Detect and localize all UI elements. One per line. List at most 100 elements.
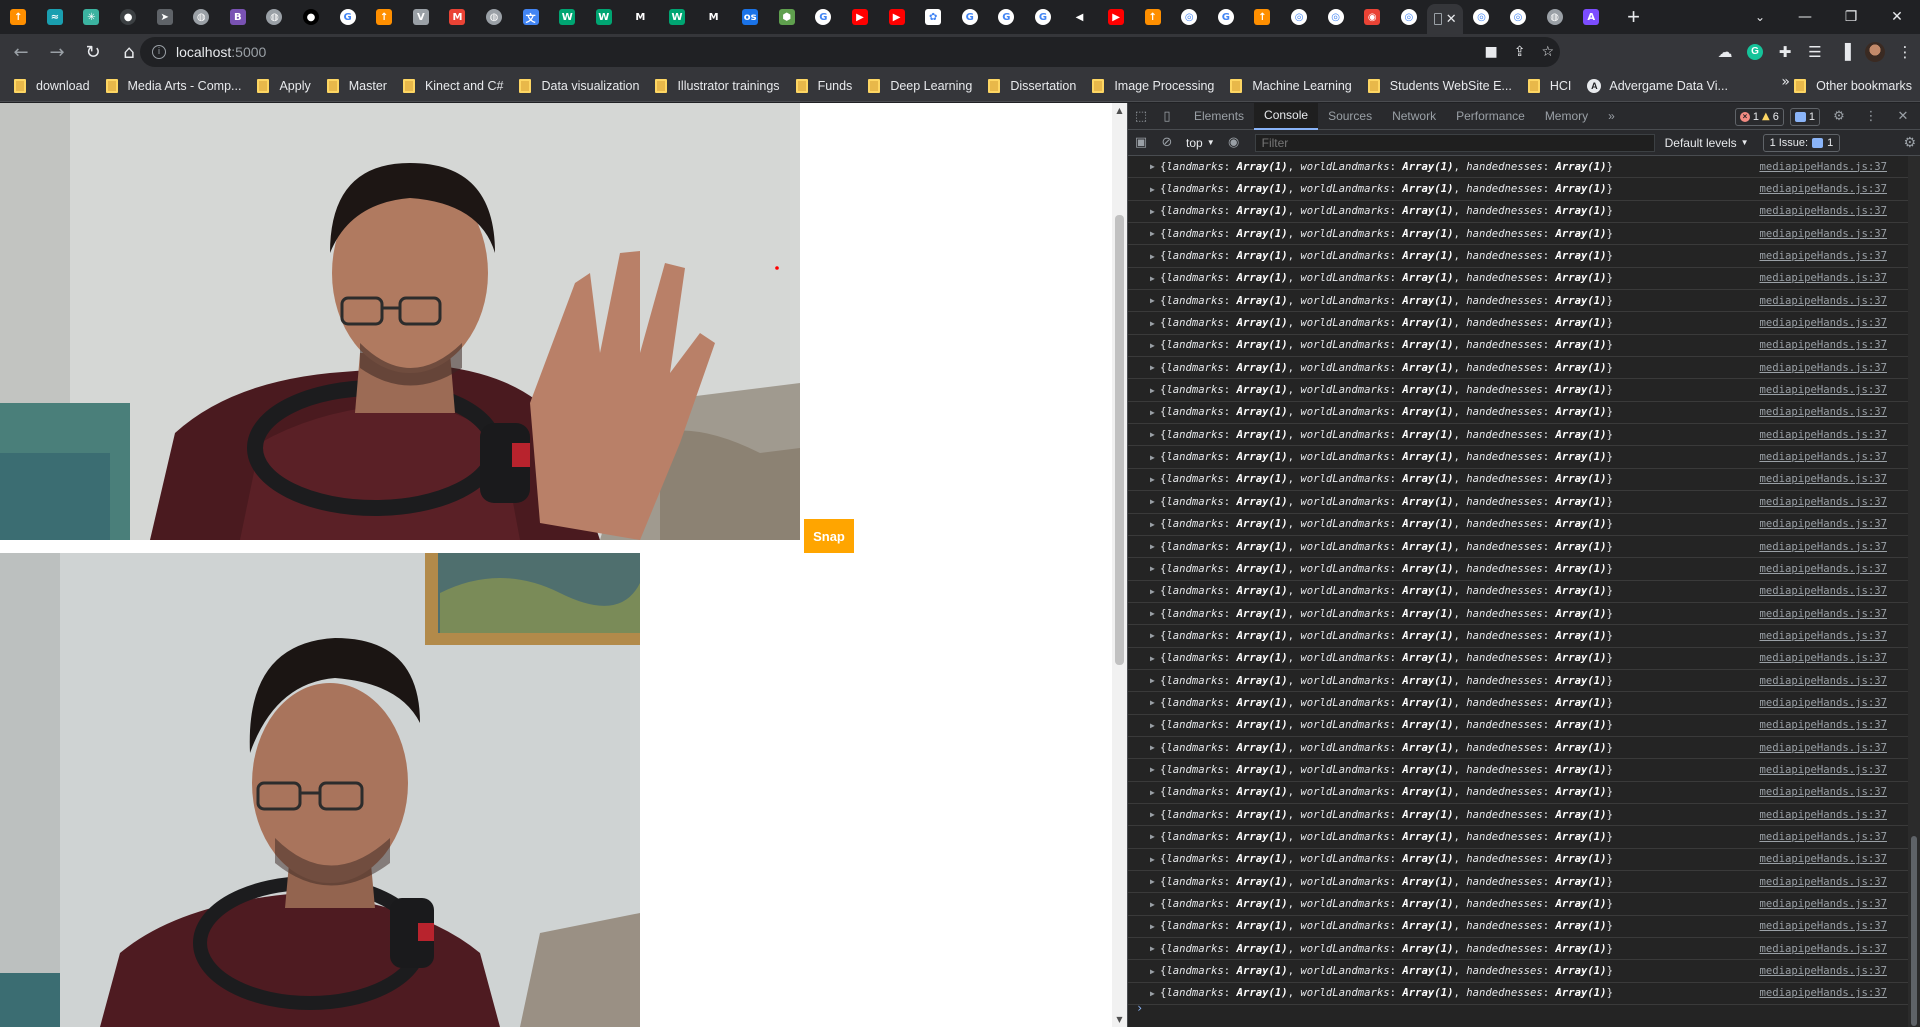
- console-filter-input[interactable]: [1254, 133, 1655, 152]
- bookmark-folder[interactable]: Dissertation: [980, 74, 1084, 98]
- expand-triangle-icon[interactable]: ▶: [1150, 922, 1160, 931]
- browser-tab[interactable]: G: [988, 0, 1025, 34]
- browser-tab[interactable]: ↑: [1244, 0, 1281, 34]
- devtools-menu-icon[interactable]: ⋮: [1858, 103, 1884, 130]
- log-source-link[interactable]: mediapipeHands.js:37: [1759, 518, 1887, 530]
- expand-triangle-icon[interactable]: ▶: [1150, 855, 1160, 864]
- log-source-link[interactable]: mediapipeHands.js:37: [1759, 898, 1887, 910]
- log-source-link[interactable]: mediapipeHands.js:37: [1759, 250, 1887, 262]
- expand-triangle-icon[interactable]: ▶: [1150, 989, 1160, 998]
- bookmark-folder[interactable]: Funds: [788, 74, 861, 98]
- expand-triangle-icon[interactable]: ▶: [1150, 877, 1160, 886]
- console-log-row[interactable]: ▶ {landmarks: Array(1), worldLandmarks: A…: [1128, 424, 1920, 447]
- console-log-row[interactable]: ▶ {landmarks: Array(1), worldLandmarks: A…: [1128, 960, 1920, 983]
- browser-tab[interactable]: ➤: [146, 0, 183, 34]
- bookmark-folder[interactable]: Students WebSite E...: [1360, 74, 1520, 98]
- device-toolbar-icon[interactable]: ▯: [1154, 103, 1180, 130]
- console-scrollbar[interactable]: [1908, 156, 1920, 1027]
- browser-tab[interactable]: 文: [512, 0, 549, 34]
- expand-triangle-icon[interactable]: ▶: [1150, 185, 1160, 194]
- console-log-row[interactable]: ▶ {landmarks: Array(1), worldLandmarks: A…: [1128, 491, 1920, 514]
- browser-tab[interactable]: ◎: [1391, 0, 1428, 34]
- browser-tab[interactable]: ◍: [1536, 0, 1573, 34]
- log-source-link[interactable]: mediapipeHands.js:37: [1759, 630, 1887, 642]
- expand-triangle-icon[interactable]: ▶: [1150, 207, 1160, 216]
- browser-tab[interactable]: ▶: [878, 0, 915, 34]
- log-source-link[interactable]: mediapipeHands.js:37: [1759, 876, 1887, 888]
- expand-triangle-icon[interactable]: ▶: [1150, 609, 1160, 618]
- console-log-row[interactable]: ▶ {landmarks: Array(1), worldLandmarks: A…: [1128, 446, 1920, 469]
- close-window-button[interactable]: ✕: [1874, 0, 1920, 34]
- active-browser-tab[interactable]: ✕: [1427, 4, 1464, 34]
- sidebar-toggle-icon[interactable]: ▣: [1128, 129, 1154, 156]
- browser-tab[interactable]: ↑: [366, 0, 403, 34]
- bookmark-folder[interactable]: Data visualization: [511, 74, 647, 98]
- log-source-link[interactable]: mediapipeHands.js:37: [1759, 161, 1887, 173]
- close-tab-icon[interactable]: ✕: [1446, 11, 1457, 27]
- console-log-row[interactable]: ▶ {landmarks: Array(1), worldLandmarks: A…: [1128, 581, 1920, 603]
- devtools-tab-network[interactable]: Network: [1382, 103, 1446, 130]
- browser-tab[interactable]: G: [805, 0, 842, 34]
- console-log-row[interactable]: ▶ {landmarks: Array(1), worldLandmarks: A…: [1128, 156, 1920, 179]
- bookmark-star-icon[interactable]: ☆: [1541, 44, 1554, 60]
- browser-tab[interactable]: M: [695, 0, 732, 34]
- expand-triangle-icon[interactable]: ▶: [1150, 944, 1160, 953]
- log-source-link[interactable]: mediapipeHands.js:37: [1759, 496, 1887, 508]
- messages-badge[interactable]: 1: [1789, 107, 1820, 126]
- devtools-tab-sources[interactable]: Sources: [1318, 103, 1382, 130]
- devtools-tab-performance[interactable]: Performance: [1446, 103, 1535, 130]
- browser-tab[interactable]: ◎: [1317, 0, 1354, 34]
- bookmark-folder[interactable]: Image Processing: [1084, 74, 1222, 98]
- console-log-row[interactable]: ▶ {landmarks: Array(1), worldLandmarks: A…: [1128, 692, 1920, 715]
- bookmark-folder[interactable]: Media Arts - Comp...: [98, 74, 250, 98]
- incognito-extension-icon[interactable]: ☁: [1710, 37, 1740, 67]
- clear-console-icon[interactable]: ⊘: [1154, 129, 1180, 156]
- console-log-row[interactable]: ▶ {landmarks: Array(1), worldLandmarks: A…: [1128, 268, 1920, 291]
- expand-triangle-icon[interactable]: ▶: [1150, 676, 1160, 685]
- browser-tab[interactable]: M: [622, 0, 659, 34]
- console-log-row[interactable]: ▶ {landmarks: Array(1), worldLandmarks: A…: [1128, 916, 1920, 939]
- browser-tab[interactable]: ↑: [0, 0, 37, 34]
- console-log-row[interactable]: ▶ {landmarks: Array(1), worldLandmarks: A…: [1128, 737, 1920, 760]
- browser-tab[interactable]: G: [951, 0, 988, 34]
- browser-tab[interactable]: ◎: [1500, 0, 1537, 34]
- restore-button[interactable]: ❐: [1828, 0, 1874, 34]
- log-source-link[interactable]: mediapipeHands.js:37: [1759, 339, 1887, 351]
- log-source-link[interactable]: mediapipeHands.js:37: [1759, 920, 1887, 932]
- bookmark-folder[interactable]: Illustrator trainings: [647, 74, 787, 98]
- log-source-link[interactable]: mediapipeHands.js:37: [1759, 652, 1887, 664]
- console-log-row[interactable]: ▶ {landmarks: Array(1), worldLandmarks: A…: [1128, 648, 1920, 670]
- console-log-row[interactable]: ▶ {landmarks: Array(1), worldLandmarks: A…: [1128, 469, 1920, 492]
- browser-tab[interactable]: os: [732, 0, 769, 34]
- expand-triangle-icon[interactable]: ▶: [1150, 542, 1160, 551]
- live-expression-eye-icon[interactable]: ◉: [1221, 129, 1247, 156]
- browser-tab[interactable]: ◍: [476, 0, 513, 34]
- log-source-link[interactable]: mediapipeHands.js:37: [1759, 317, 1887, 329]
- log-source-link[interactable]: mediapipeHands.js:37: [1759, 965, 1887, 977]
- console-log-row[interactable]: ▶ {landmarks: Array(1), worldLandmarks: A…: [1128, 759, 1920, 782]
- forward-button[interactable]: →: [42, 37, 72, 67]
- log-source-link[interactable]: mediapipeHands.js:37: [1759, 451, 1887, 463]
- bookmark-folder[interactable]: Master: [319, 74, 395, 98]
- log-source-link[interactable]: mediapipeHands.js:37: [1759, 295, 1887, 307]
- browser-tab[interactable]: ●: [110, 0, 147, 34]
- console-log-row[interactable]: ▶ {landmarks: Array(1), worldLandmarks: A…: [1128, 826, 1920, 849]
- expand-triangle-icon[interactable]: ▶: [1150, 765, 1160, 774]
- browser-tab[interactable]: ▶: [842, 0, 879, 34]
- close-devtools-icon[interactable]: ✕: [1890, 103, 1916, 130]
- expand-triangle-icon[interactable]: ▶: [1150, 497, 1160, 506]
- log-source-link[interactable]: mediapipeHands.js:37: [1759, 675, 1887, 687]
- expand-triangle-icon[interactable]: ▶: [1150, 631, 1160, 640]
- browser-tab[interactable]: ◎: [1281, 0, 1318, 34]
- tab-search-button[interactable]: ⌄: [1740, 0, 1780, 34]
- log-source-link[interactable]: mediapipeHands.js:37: [1759, 742, 1887, 754]
- browser-tab[interactable]: V: [403, 0, 440, 34]
- console-scroll-thumb[interactable]: [1911, 836, 1917, 1026]
- console-log-row[interactable]: ▶ {landmarks: Array(1), worldLandmarks: A…: [1128, 514, 1920, 536]
- expand-triangle-icon[interactable]: ▶: [1150, 162, 1160, 171]
- chrome-menu-icon[interactable]: ⋮: [1890, 37, 1920, 67]
- minimize-button[interactable]: —: [1782, 0, 1828, 34]
- browser-tab[interactable]: ⬢: [768, 0, 805, 34]
- browser-tab[interactable]: B: [220, 0, 257, 34]
- extensions-puzzle-icon[interactable]: ✚: [1770, 37, 1800, 67]
